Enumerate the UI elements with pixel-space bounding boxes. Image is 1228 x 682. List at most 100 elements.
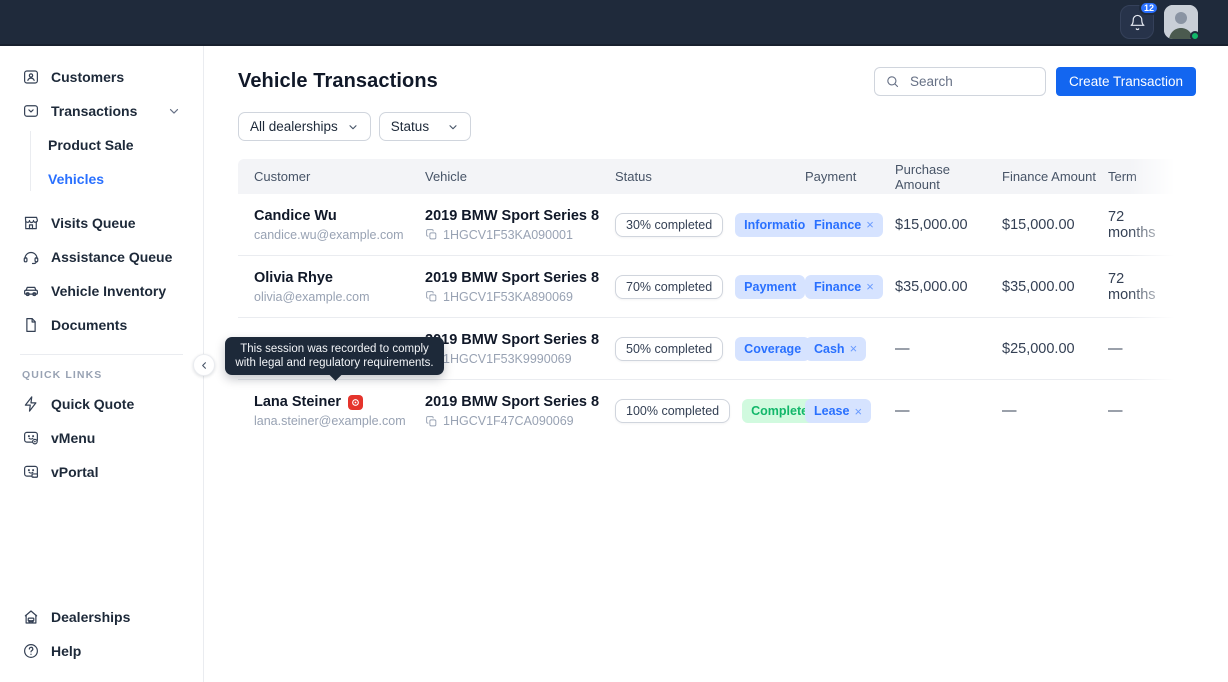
sidebar-collapse-button[interactable] [193,354,215,376]
dealership-filter-select[interactable]: All dealerships [238,112,371,141]
sidebar-item-vehicles[interactable]: Vehicles [0,162,203,196]
quick-links-section-label: QUICK LINKS [0,369,203,381]
sidebar-item-label: Vehicles [48,171,104,187]
transactions-submenu: Product Sale Vehicles [0,128,203,196]
document-icon [22,316,40,334]
chevron-down-icon [347,121,359,133]
sidebar-item-label: Product Sale [48,137,134,153]
notification-badge: 12 [1139,1,1159,15]
progress-pill: 30% completed [615,213,723,237]
column-header: Status [615,169,805,184]
transactions-table: Customer Vehicle Status Payment Purchase… [238,159,1185,442]
copy-icon[interactable] [425,228,438,241]
search-input[interactable] [908,73,1028,90]
sidebar-item-customers[interactable]: Customers [0,60,203,94]
copy-icon[interactable] [425,290,438,303]
sidebar-item-documents[interactable]: Documents [0,308,203,342]
payment-badge: Cash × [805,337,866,361]
car-icon [22,282,40,300]
sidebar-item-product-sale[interactable]: Product Sale [0,128,203,162]
sidebar-bottom-group: Dealerships Help [0,600,203,682]
chevron-left-icon [199,360,210,371]
notifications-button[interactable]: 12 [1120,5,1154,39]
term: — [1108,403,1169,419]
sidebar-item-label: Help [51,643,81,659]
customer-email: candice.wu@example.com [254,228,415,242]
remove-icon[interactable]: × [854,405,862,418]
copy-icon[interactable] [425,415,438,428]
finance-amount: $25,000.00 [1002,341,1108,357]
sidebar-item-label: vPortal [51,464,98,480]
sidebar-item-assistance-queue[interactable]: Assistance Queue [0,240,203,274]
payment-badge: Finance× [805,275,883,299]
sidebar-item-vmenu[interactable]: vMenu [0,421,203,455]
table-header-row: Customer Vehicle Status Payment Purchase… [238,159,1185,194]
sidebar: Customers Transactions Product Sale Vehi… [0,46,204,682]
payment-label: Lease [814,404,849,418]
vehicle-vin: 1HGCV1F53KA090001 [443,228,573,242]
sidebar-item-transactions[interactable]: Transactions [0,94,203,128]
vehicle-title: 2019 BMW Sport Series 8 [425,332,605,348]
sidebar-item-label: Visits Queue [51,215,136,231]
vehicle-title: 2019 BMW Sport Series 8 [425,394,605,410]
payment-label: Cash [814,342,845,356]
table-row[interactable]: Candice Wu candice.wu@example.com 2019 B… [238,194,1185,256]
status-filter-select[interactable]: Status [379,112,471,141]
term: 72 months [1108,271,1169,303]
sidebar-item-vehicle-inventory[interactable]: Vehicle Inventory [0,274,203,308]
sidebar-item-quick-quote[interactable]: Quick Quote [0,387,203,421]
payment-badge: Lease × [805,399,871,423]
sidebar-item-vportal[interactable]: vPortal [0,455,203,489]
remove-icon[interactable]: × [866,280,874,293]
vmenu-icon [22,429,40,447]
purchase-amount: $15,000.00 [895,217,1002,233]
sidebar-item-dealerships[interactable]: Dealerships [0,600,203,634]
sidebar-item-label: Dealerships [51,609,130,625]
sidebar-item-label: Documents [51,317,127,333]
status-badge: Coverage [735,337,810,361]
sidebar-item-label: Quick Quote [51,396,134,412]
table-row[interactable]: Olivia Rhye olivia@example.com 2019 BMW … [238,256,1185,318]
sidebar-item-visits-queue[interactable]: Visits Queue [0,206,203,240]
avatar[interactable] [1164,5,1198,39]
finance-amount: $15,000.00 [1002,217,1108,233]
lightning-icon [22,395,40,413]
sidebar-item-help[interactable]: Help [0,634,203,668]
column-header: Finance Amount [1002,169,1108,184]
vehicle-title: 2019 BMW Sport Series 8 [425,270,605,286]
app-window: 12 Customers Transactions [0,0,1228,682]
remove-icon[interactable]: × [866,218,874,231]
customer-email: lana.steiner@example.com [254,414,415,428]
table-row[interactable]: Lana Steiner lana.steiner@example.com 20… [238,380,1185,442]
vportal-icon [22,463,40,481]
customer-name: Lana Steiner [254,394,341,410]
search-icon [885,74,900,89]
column-header: Purchase Amount [895,162,1002,192]
customers-icon [22,68,40,86]
term: 72 months [1108,209,1169,241]
bell-icon [1129,14,1146,31]
sidebar-item-label: Transactions [51,103,137,119]
status-badge: Payment [735,275,805,299]
sidebar-item-label: vMenu [51,430,95,446]
dealership-filter-value: All dealerships [250,119,338,134]
remove-icon[interactable]: × [850,342,858,355]
progress-pill: 70% completed [615,275,723,299]
help-icon [22,642,40,660]
customer-name: Candice Wu [254,208,415,224]
sidebar-item-label: Vehicle Inventory [51,283,166,299]
column-header: Vehicle [425,169,615,184]
dealership-icon [22,608,40,626]
finance-amount: $35,000.00 [1002,279,1108,295]
vehicle-title: 2019 BMW Sport Series 8 [425,208,605,224]
headset-icon [22,248,40,266]
purchase-amount: $35,000.00 [895,279,1002,295]
sidebar-divider [20,354,183,355]
chevron-down-icon [167,104,181,118]
payment-badge: Finance× [805,213,883,237]
create-transaction-button[interactable]: Create Transaction [1056,67,1196,96]
customer-email: olivia@example.com [254,290,415,304]
transactions-icon [22,102,40,120]
page-title: Vehicle Transactions [238,70,438,93]
finance-amount: — [1002,403,1108,419]
